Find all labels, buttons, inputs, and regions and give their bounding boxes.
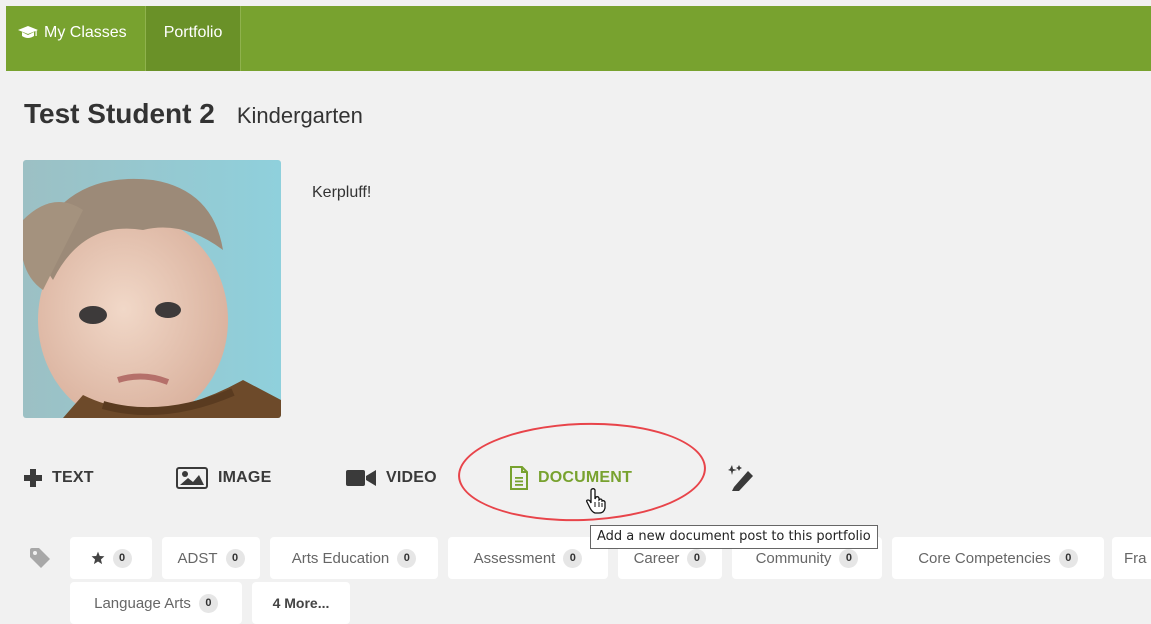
tag-french[interactable]: Fra [1112, 537, 1151, 579]
star-icon [91, 551, 104, 565]
tag-count: 0 [112, 548, 132, 568]
nav-divider [240, 6, 242, 71]
tag-arts-education[interactable]: Arts Education 0 [270, 537, 438, 579]
tag-count: 0 [687, 548, 707, 568]
tag-label: Core Competencies [918, 549, 1051, 567]
nav-portfolio-label: Portfolio [163, 23, 223, 41]
more-tags-button[interactable]: 4 More... [252, 582, 350, 624]
tag-count: 0 [839, 548, 859, 568]
tag-language-arts[interactable]: Language Arts 0 [70, 582, 242, 624]
plus-icon [24, 469, 42, 487]
nav-portfolio[interactable]: Portfolio [145, 6, 241, 71]
tag-label: Career [633, 549, 680, 567]
nav-my-classes-label: My Classes [44, 23, 127, 41]
annotation-ring [456, 418, 708, 526]
top-navbar: My Classes Portfolio [6, 6, 1151, 71]
add-video-post-button[interactable]: VIDEO [346, 462, 437, 494]
tag-label: Arts Education [291, 549, 390, 567]
more-tags-label: 4 More... [272, 595, 330, 611]
tag-assessment[interactable]: Assessment 0 [448, 537, 608, 579]
tag-count: 0 [563, 548, 583, 568]
tag-label: Fra [1124, 549, 1147, 567]
student-grade: Kindergarten [236, 103, 363, 128]
magic-wand-pencil-icon [728, 465, 753, 491]
student-header: Test Student 2 Kindergarten [24, 98, 363, 130]
student-photo [23, 160, 281, 418]
tag-starred[interactable]: 0 [70, 537, 152, 579]
document-tooltip: Add a new document post to this portfoli… [590, 525, 878, 549]
tag-count: 0 [397, 548, 417, 568]
image-icon [176, 467, 208, 489]
add-text-post-button[interactable]: TEXT [24, 462, 94, 494]
tag-label: Community [755, 549, 832, 567]
nav-my-classes[interactable]: My Classes [6, 6, 145, 71]
tag-count: 0 [225, 548, 245, 568]
tag-count: 0 [1058, 548, 1078, 568]
tag-label: Language Arts [94, 594, 191, 612]
student-bio: Kerpluff! [312, 184, 372, 201]
add-video-post-label: VIDEO [386, 469, 437, 486]
add-image-post-button[interactable]: IMAGE [176, 462, 271, 494]
add-drawing-post-button[interactable] [728, 462, 766, 494]
tag-label: Assessment [473, 549, 556, 567]
tag-count: 0 [198, 593, 218, 613]
hand-cursor-icon [586, 488, 606, 514]
graduation-cap-icon [18, 25, 38, 38]
add-image-post-label: IMAGE [218, 469, 272, 486]
add-text-post-label: TEXT [52, 469, 94, 486]
student-name: Test Student 2 [24, 98, 215, 129]
tag-core-competencies[interactable]: Core Competencies 0 [892, 537, 1104, 579]
tag-label: ADST [177, 549, 218, 567]
tag-icon [30, 548, 50, 568]
tag-adst[interactable]: ADST 0 [162, 537, 260, 579]
video-camera-icon [346, 470, 376, 486]
